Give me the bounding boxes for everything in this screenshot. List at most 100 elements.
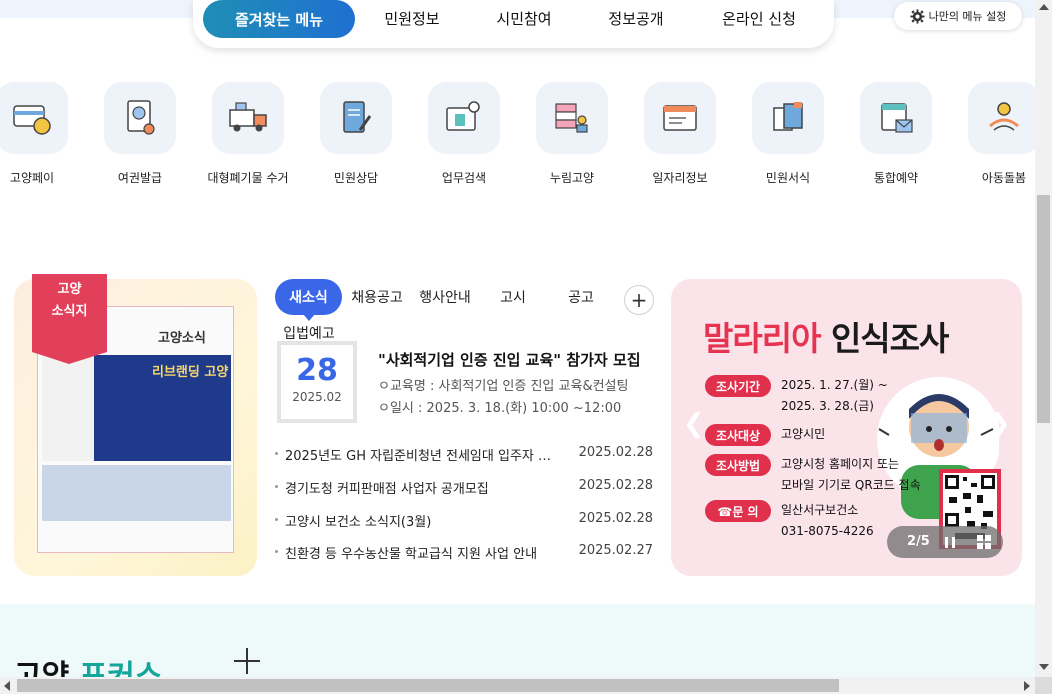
horizontal-scroll-thumb[interactable] [17,679,839,692]
tab-info-disclosure[interactable]: 정보공개 [593,0,679,36]
featured-day: 28 [296,353,338,388]
photo-panel: 리브랜딩 고양 [94,355,231,461]
quick-menu-label: 고양페이 [9,171,55,185]
notice-tab-recruitment[interactable]: 채용공고 [346,279,408,315]
notice-item-date: 2025.02.28 [578,478,653,493]
books-person-icon [555,103,588,133]
banner-text-line: 2025. 1. 27.(월) ~ [781,378,888,392]
grid-view-icon[interactable] [977,535,991,549]
quick-menu-icon-box [320,82,392,154]
photo-panel [42,355,94,461]
banner-row-text: 고양시민 [781,424,825,445]
quick-menu-bulky-waste[interactable]: 대형폐기물 수거 [194,82,302,192]
gear-icon [910,8,925,24]
tab-online-application[interactable]: 온라인 신청 [709,0,809,36]
banner-pager: 2/5 [887,526,1003,558]
ribbon-line: 소식지 [51,304,88,319]
newsletter-ribbon: 고양 소식지 [32,274,107,364]
bullet-icon [275,452,278,455]
notice-tab-public-notice[interactable]: 공고 [558,279,604,315]
search-document-icon [446,101,480,131]
banner-text-line: 일산서구보건소 [781,503,859,517]
quick-menu-icon-box [536,82,608,154]
quick-menu-civil-consult[interactable]: 민원상담 [302,82,410,192]
forms-icon [773,102,803,131]
child-care-icon [989,102,1019,131]
notice-more-button[interactable]: + [624,285,654,315]
quick-menu-icon-box [104,82,176,154]
magazine-title: 고양소식 [158,331,206,346]
notice-tab-news[interactable]: 새소식 [275,279,342,321]
banner-title: 말라리아 인식조사 [703,312,949,360]
banner-page-indicator: 2/5 [907,534,930,549]
tab-favorite-menu[interactable]: 즐겨찾는 메뉴 [203,0,355,38]
featured-year-month: 2025.02 [292,390,342,404]
horizontal-scrollbar[interactable] [0,677,1035,694]
quick-menu-job-info[interactable]: 일자리정보 [626,82,734,192]
scroll-up-icon[interactable] [1039,4,1049,10]
bullet-icon [275,485,278,488]
focus-more-button[interactable] [234,648,260,674]
card-coin-icon [13,105,51,135]
featured-notice-line: ㅇ교육명 : 사회적기업 인증 진입 교육&컨설팅 [378,379,629,394]
quick-menu-passport[interactable]: 여권발급 [86,82,194,192]
banner-row-text: 일산서구보건소 031-8075-4226 [781,500,874,542]
featured-date-box: 28 2025.02 [277,341,357,423]
quick-menu-icon-box [968,82,1040,154]
calendar-check-icon [881,103,913,133]
quick-menu-label: 민원서식 [765,171,811,185]
bullet-icon [275,518,278,521]
quick-menu-civil-forms[interactable]: 민원서식 [734,82,842,192]
my-menu-settings-label: 나만의 메뉴 설정 [928,10,1007,23]
quick-menu-icon-box [644,82,716,154]
scroll-down-icon[interactable] [1039,664,1049,670]
notice-tab-events[interactable]: 행사안내 [414,279,476,315]
banner-row-text: 2025. 1. 27.(월) ~ 2025. 3. 28.(금) [781,375,888,417]
quick-menu-task-search[interactable]: 업무검색 [410,82,518,192]
quick-menu-label: 여권발급 [117,171,163,185]
notice-item-date: 2025.02.28 [578,511,653,526]
notice-list-item[interactable]: 친환경 등 우수농산물 학교급식 지원 사업 안내 2025.02.27 [275,540,655,564]
notice-item-title: 고양시 보건소 소식지(3월) [285,515,432,530]
magazine-hero-photo: 리브랜딩 고양 [42,355,231,461]
banner-prev-button[interactable]: ❮ [683,409,705,439]
pause-icon[interactable] [945,537,955,548]
banner-tag: 조사대상 [705,424,771,446]
notice-list-item[interactable]: 2025년도 GH 자립준비청년 전세임대 입주자 모집 2025.02.28 [275,442,655,466]
quick-menu-label: 누림고양 [549,171,595,185]
quick-menu-label: 업무검색 [441,171,487,185]
quick-menu-label: 통합예약 [873,171,919,185]
scrollbar-corner [1035,677,1052,694]
banner-text-line: 2025. 3. 28.(금) [781,399,874,413]
banner-next-button[interactable]: ❯ [989,409,1011,439]
bullet-icon [275,550,278,553]
vertical-scroll-thumb[interactable] [1037,195,1050,423]
job-card-icon [663,105,697,131]
quick-menu-icon-box [212,82,284,154]
quick-menu-nurim-goyang[interactable]: 누림고양 [518,82,626,192]
banner-text-line: 031-8075-4226 [781,524,874,538]
scroll-right-icon[interactable] [1024,681,1030,691]
tab-citizen-participation[interactable]: 시민참여 [481,0,567,36]
banner-text-line: 모바일 기기로 QR코드 접속 [781,478,921,492]
malaria-survey-banner[interactable]: 말라리아 인식조사 조사기간 2025. 1. 27.(월) ~ 2025. 3… [671,279,1022,576]
notice-list-item[interactable]: 고양시 보건소 소식지(3월) 2025.02.28 [275,508,655,532]
featured-notice-title[interactable]: "사회적기업 인증 진입 교육" 참가자 모집 [378,349,646,370]
scroll-left-icon[interactable] [4,681,10,691]
notice-list-item[interactable]: 경기도청 커피판매점 사업자 공개모집 2025.02.28 [275,475,655,499]
top-tab-bar: 즐겨찾는 메뉴 민원정보 시민참여 정보공개 온라인 신청 [193,0,834,48]
passport-icon [127,100,155,135]
notice-item-title: 친환경 등 우수농산물 학교급식 지원 사업 안내 [285,547,538,562]
notice-tab-announcement[interactable]: 고시 [490,279,536,315]
banner-row-text: 고양시청 홈페이지 또는 모바일 기기로 QR코드 접속 [781,454,921,496]
vertical-scrollbar[interactable] [1035,0,1052,677]
garbage-truck-icon [229,102,267,132]
banner-text-line: 고양시청 홈페이지 또는 [781,457,900,471]
tab-civil-info[interactable]: 민원정보 [369,0,455,36]
my-menu-settings-button[interactable]: 나만의 메뉴 설정 [894,2,1022,30]
quick-menu-goyang-pay[interactable]: 고양페이 [0,82,86,192]
goyang-focus-section: 고양 포커스 [0,604,1035,694]
quick-menu-integrated-reservation[interactable]: 통합예약 [842,82,950,192]
notebook-pen-icon [343,101,372,133]
notice-item-date: 2025.02.28 [578,445,653,460]
